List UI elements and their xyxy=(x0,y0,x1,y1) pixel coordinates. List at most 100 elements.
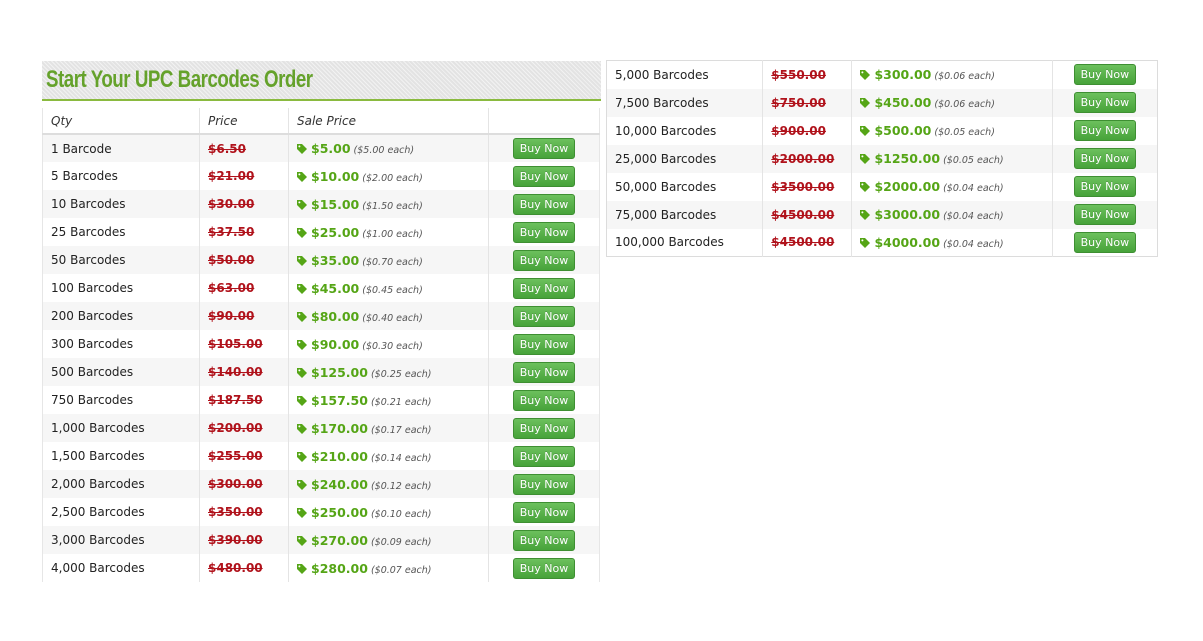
table-row: 10 Barcodes $30.00 $15.00 ($1.50 each) Bu… xyxy=(42,190,600,218)
qty-cell: 7,500 Barcodes xyxy=(606,88,764,117)
buy-now-button[interactable]: Buy Now xyxy=(513,138,575,159)
action-cell: Buy Now xyxy=(1052,228,1158,257)
tag-icon xyxy=(297,227,307,238)
sale-price-cell: $80.00 ($0.40 each) xyxy=(288,302,489,330)
buy-now-button[interactable]: Buy Now xyxy=(513,445,575,467)
sale-price: $25.00 xyxy=(311,224,360,240)
tag-icon xyxy=(297,451,307,462)
original-price: $187.50 xyxy=(208,393,263,407)
buy-now-button[interactable]: Buy Now xyxy=(513,529,575,551)
original-price: $255.00 xyxy=(208,449,263,463)
table-row: 75,000 Barcodes $4500.00 $3000.00 ($0.04 … xyxy=(606,200,1158,229)
qty-label: 3,000 Barcodes xyxy=(51,533,145,547)
tag-icon xyxy=(297,339,307,350)
original-price: $390.00 xyxy=(208,533,263,547)
buy-now-button[interactable]: Buy Now xyxy=(513,361,575,383)
price-cell: $255.00 xyxy=(199,442,289,470)
buy-now-button[interactable]: Buy Now xyxy=(1073,148,1136,169)
qty-cell: 3,000 Barcodes xyxy=(42,526,200,554)
qty-label: 750 Barcodes xyxy=(51,393,134,407)
action-cell: Buy Now xyxy=(488,414,600,442)
tag-icon xyxy=(297,144,307,154)
sale-price: $3000.00 xyxy=(874,207,941,222)
original-price: $480.00 xyxy=(208,561,263,575)
unit-price: ($0.25 each) xyxy=(370,368,432,380)
action-cell: Buy Now xyxy=(488,442,600,470)
table-row: 100 Barcodes $63.00 $45.00 ($0.45 each) B… xyxy=(42,274,600,302)
table-row: 100,000 Barcodes $4500.00 $4000.00 ($0.04… xyxy=(606,228,1158,257)
buy-now-button[interactable]: Buy Now xyxy=(1073,92,1136,113)
buy-now-button[interactable]: Buy Now xyxy=(1073,120,1136,141)
sale-price-cell: $3000.00 ($0.04 each) xyxy=(851,200,1053,229)
sale-price: $500.00 xyxy=(874,123,932,138)
buy-now-button[interactable]: Buy Now xyxy=(513,557,575,579)
buy-now-button[interactable]: Buy Now xyxy=(513,501,575,523)
buy-now-button[interactable]: Buy Now xyxy=(513,277,575,299)
action-cell: Buy Now xyxy=(488,358,600,386)
qty-cell: 100 Barcodes xyxy=(42,274,200,302)
buy-now-button[interactable]: Buy Now xyxy=(1073,176,1136,197)
sale-price: $300.00 xyxy=(874,67,932,83)
qty-cell: 4,000 Barcodes xyxy=(42,554,200,582)
qty-cell: 200 Barcodes xyxy=(42,302,200,330)
table-row: 7,500 Barcodes $750.00 $450.00 ($0.06 eac… xyxy=(606,88,1158,117)
sale-price-cell: $25.00 ($1.00 each) xyxy=(288,218,489,246)
table-row: 2,500 Barcodes $350.00 $250.00 ($0.10 eac… xyxy=(42,498,600,526)
buy-now-button[interactable]: Buy Now xyxy=(513,249,575,271)
action-cell: Buy Now xyxy=(488,218,600,246)
price-cell: $750.00 xyxy=(762,88,853,117)
unit-price: ($0.30 each) xyxy=(362,340,423,352)
qty-cell: 300 Barcodes xyxy=(42,330,200,358)
unit-price: ($0.05 each) xyxy=(943,155,1004,166)
buy-now-button[interactable]: Buy Now xyxy=(1073,64,1136,86)
buy-now-button[interactable]: Buy Now xyxy=(1073,231,1136,253)
original-price: $200.00 xyxy=(208,421,263,435)
buy-now-button[interactable]: Buy Now xyxy=(513,417,575,439)
original-price: $63.00 xyxy=(208,281,255,295)
tag-icon xyxy=(297,479,307,490)
qty-label: 25 Barcodes xyxy=(51,225,126,239)
action-cell: Buy Now xyxy=(488,554,600,582)
tag-icon xyxy=(297,255,307,266)
price-cell: $390.00 xyxy=(199,526,289,554)
table-row: 3,000 Barcodes $390.00 $270.00 ($0.09 eac… xyxy=(42,526,600,554)
tag-icon xyxy=(860,126,871,136)
qty-label: 5,000 Barcodes xyxy=(615,67,709,82)
unit-price: ($1.50 each) xyxy=(362,200,423,212)
unit-price: ($0.17 each) xyxy=(370,424,432,436)
sale-price-cell: $250.00 ($0.10 each) xyxy=(288,498,489,526)
buy-now-button[interactable]: Buy Now xyxy=(513,165,575,187)
sale-price-cell: $10.00 ($2.00 each) xyxy=(288,162,489,190)
column-header-price: Price xyxy=(199,108,289,135)
column-header-sale-price: Sale Price xyxy=(288,108,489,135)
tag-icon xyxy=(297,563,307,574)
original-price: $2000.00 xyxy=(771,151,835,166)
tag-icon xyxy=(297,171,307,182)
price-cell: $900.00 xyxy=(762,116,853,145)
tag-icon xyxy=(297,395,307,406)
buy-now-button[interactable]: Buy Now xyxy=(513,193,575,215)
qty-label: 100 Barcodes xyxy=(51,281,134,295)
sale-price-cell: $15.00 ($1.50 each) xyxy=(288,190,489,218)
buy-now-button[interactable]: Buy Now xyxy=(513,333,575,355)
qty-cell: 25 Barcodes xyxy=(42,218,200,246)
sale-price: $240.00 xyxy=(311,476,368,492)
original-price: $900.00 xyxy=(771,123,826,138)
buy-now-button[interactable]: Buy Now xyxy=(513,473,575,495)
table-row: 300 Barcodes $105.00 $90.00 ($0.30 each) … xyxy=(42,330,600,358)
tag-icon xyxy=(297,507,307,518)
sale-price-cell: $210.00 ($0.14 each) xyxy=(288,442,489,470)
table-row: 25 Barcodes $37.50 $25.00 ($1.00 each) Bu… xyxy=(42,218,600,246)
price-cell: $105.00 xyxy=(199,330,289,358)
sale-price-cell: $170.00 ($0.17 each) xyxy=(288,414,489,442)
price-cell: $3500.00 xyxy=(762,172,853,201)
qty-cell: 2,000 Barcodes xyxy=(42,470,200,498)
buy-now-button[interactable]: Buy Now xyxy=(513,389,575,411)
table-row: 2,000 Barcodes $300.00 $240.00 ($0.12 eac… xyxy=(42,470,600,498)
buy-now-button[interactable]: Buy Now xyxy=(513,305,575,327)
price-cell: $63.00 xyxy=(199,274,289,302)
buy-now-button[interactable]: Buy Now xyxy=(1073,204,1136,225)
action-cell: Buy Now xyxy=(1052,88,1158,117)
buy-now-button[interactable]: Buy Now xyxy=(513,221,575,243)
qty-cell: 5,000 Barcodes xyxy=(606,60,764,89)
